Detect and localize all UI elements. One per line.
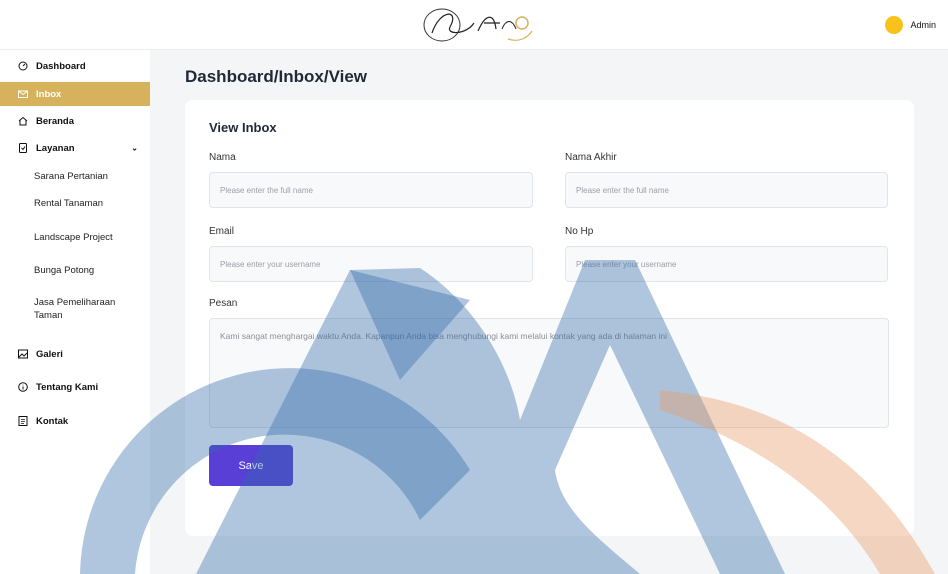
view-inbox-card: View Inbox Nama Nama Akhir Email No Hp P… — [185, 100, 914, 536]
sidebar-subitem-sarana-pertanian[interactable]: Sarana Pertanian — [34, 170, 144, 183]
sidebar-item-dashboard[interactable]: Dashboard — [0, 58, 150, 74]
home-icon — [18, 116, 28, 126]
nama-input[interactable] — [209, 172, 533, 208]
document-icon — [18, 143, 28, 153]
mail-icon — [18, 89, 28, 99]
sidebar-subitem-bunga-potong[interactable]: Bunga Potong — [34, 264, 144, 277]
nama-akhir-label: Nama Akhir — [565, 152, 617, 163]
page-title: Dashboard/Inbox/View — [185, 67, 368, 86]
sidebar-item-tentang-kami[interactable]: Tentang Kami — [0, 379, 150, 395]
sidebar-item-label: Kontak — [36, 415, 69, 427]
user-menu[interactable]: Admin — [885, 16, 936, 34]
sidebar-item-galeri[interactable]: Galeri — [0, 346, 150, 362]
sidebar-item-label: Dashboard — [36, 60, 86, 72]
chevron-down-icon[interactable]: ⌄ — [131, 144, 138, 153]
nama-label: Nama — [209, 152, 236, 163]
sidebar-item-label: Inbox — [36, 88, 62, 100]
sidebar-item-label: Galeri — [36, 348, 63, 360]
save-button[interactable]: Save — [209, 445, 293, 486]
no-hp-label: No Hp — [565, 226, 594, 237]
sidebar-item-layanan[interactable]: Layanan ⌄ — [0, 140, 150, 156]
pesan-label: Pesan — [209, 298, 238, 309]
sidebar-item-inbox[interactable]: Inbox — [0, 82, 150, 106]
info-icon — [18, 382, 28, 392]
sidebar-item-beranda[interactable]: Beranda — [0, 113, 150, 129]
top-header: Admin — [0, 0, 948, 50]
email-label: Email — [209, 226, 235, 237]
sidebar-item-label: Beranda — [36, 115, 75, 127]
card-title: View Inbox — [209, 120, 277, 135]
contact-icon — [18, 416, 28, 426]
sidebar-item-label: Tentang Kami — [36, 381, 99, 393]
sidebar-item-label: Layanan — [36, 142, 75, 154]
sidebar-subitem-rental-tanaman[interactable]: Rental Tanaman — [34, 197, 144, 210]
brand-logo[interactable] — [420, 5, 540, 47]
no-hp-input[interactable] — [565, 246, 888, 282]
sidebar: Dashboard Inbox Beranda Layanan ⌄ Sarana… — [0, 50, 150, 574]
avatar[interactable] — [885, 16, 904, 34]
pesan-textarea[interactable]: Kami sangat menghargai waktu Anda. Kapan… — [209, 318, 889, 428]
sidebar-subitem-landscape-project[interactable]: Landscape Project — [34, 231, 144, 244]
user-name: Admin — [910, 20, 936, 30]
dashboard-icon — [18, 61, 28, 71]
nama-akhir-input[interactable] — [565, 172, 888, 208]
sidebar-item-kontak[interactable]: Kontak — [0, 413, 150, 429]
sidebar-subitem-jasa-pemeliharaan[interactable]: Jasa Pemeliharaan Taman — [34, 296, 144, 322]
gallery-icon — [18, 349, 28, 359]
logo-icon — [423, 8, 533, 42]
email-input[interactable] — [209, 246, 533, 282]
